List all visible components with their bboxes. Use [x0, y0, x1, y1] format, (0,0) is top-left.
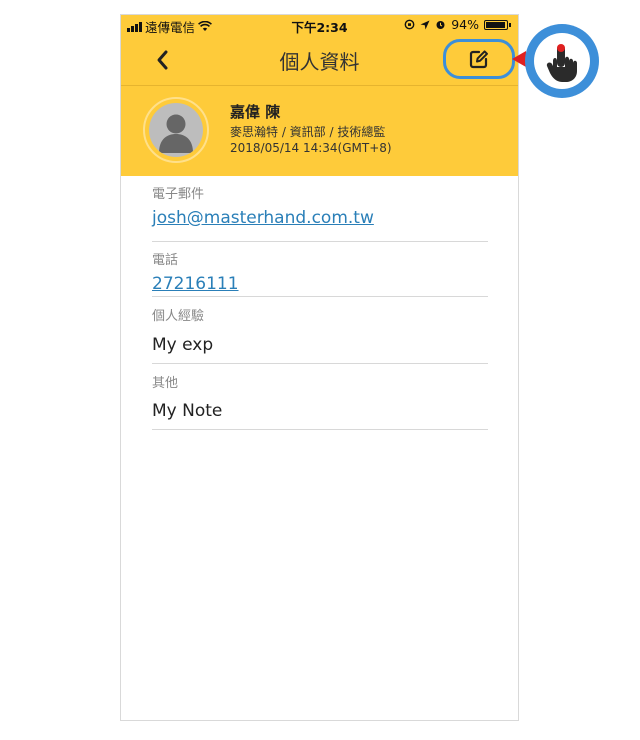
- field-divider: [152, 241, 488, 242]
- navigation-bar: 個人資料: [121, 37, 518, 85]
- header-divider: [121, 85, 518, 86]
- battery-percent: 94%: [451, 17, 479, 32]
- other-label: 其他: [152, 376, 179, 391]
- field-divider: [152, 429, 488, 430]
- alarm-icon: [436, 21, 445, 29]
- status-right: 94%: [404, 17, 511, 32]
- status-bar: 遠傳電信 下午2:34 94%: [121, 15, 518, 35]
- phone-screen: 遠傳電信 下午2:34 94% 個人資料 嘉偉 陳 麥思瀚特 / 資訊部 / 技…: [120, 14, 519, 721]
- experience-value: My exp: [152, 335, 214, 355]
- email-label: 電子郵件: [152, 187, 205, 202]
- profile-department: 麥思瀚特 / 資訊部 / 技術總監: [230, 125, 386, 139]
- email-link[interactable]: josh@masterhand.com.tw: [152, 208, 374, 228]
- phone-label: 電話: [152, 253, 179, 268]
- avatar[interactable]: [143, 97, 209, 163]
- edit-button[interactable]: [443, 39, 515, 79]
- person-icon: [159, 114, 193, 153]
- edit-icon: [469, 50, 488, 69]
- profile-updated-time: 2018/05/14 14:34(GMT+8): [230, 141, 392, 155]
- field-divider: [152, 296, 488, 297]
- tap-hint-core: [534, 33, 590, 89]
- phone-link[interactable]: 27216111: [152, 274, 239, 294]
- experience-label: 個人經驗: [152, 309, 205, 324]
- tap-hint-badge: [525, 24, 599, 98]
- profile-name: 嘉偉 陳: [230, 103, 281, 121]
- field-divider: [152, 363, 488, 364]
- tap-hand-icon: [546, 44, 577, 82]
- orientation-lock-icon: [404, 19, 415, 30]
- location-icon: [420, 20, 430, 29]
- pointer-arrow: [512, 51, 526, 67]
- battery-icon: [484, 19, 511, 30]
- avatar-placeholder: [149, 103, 203, 157]
- other-value: My Note: [152, 401, 223, 421]
